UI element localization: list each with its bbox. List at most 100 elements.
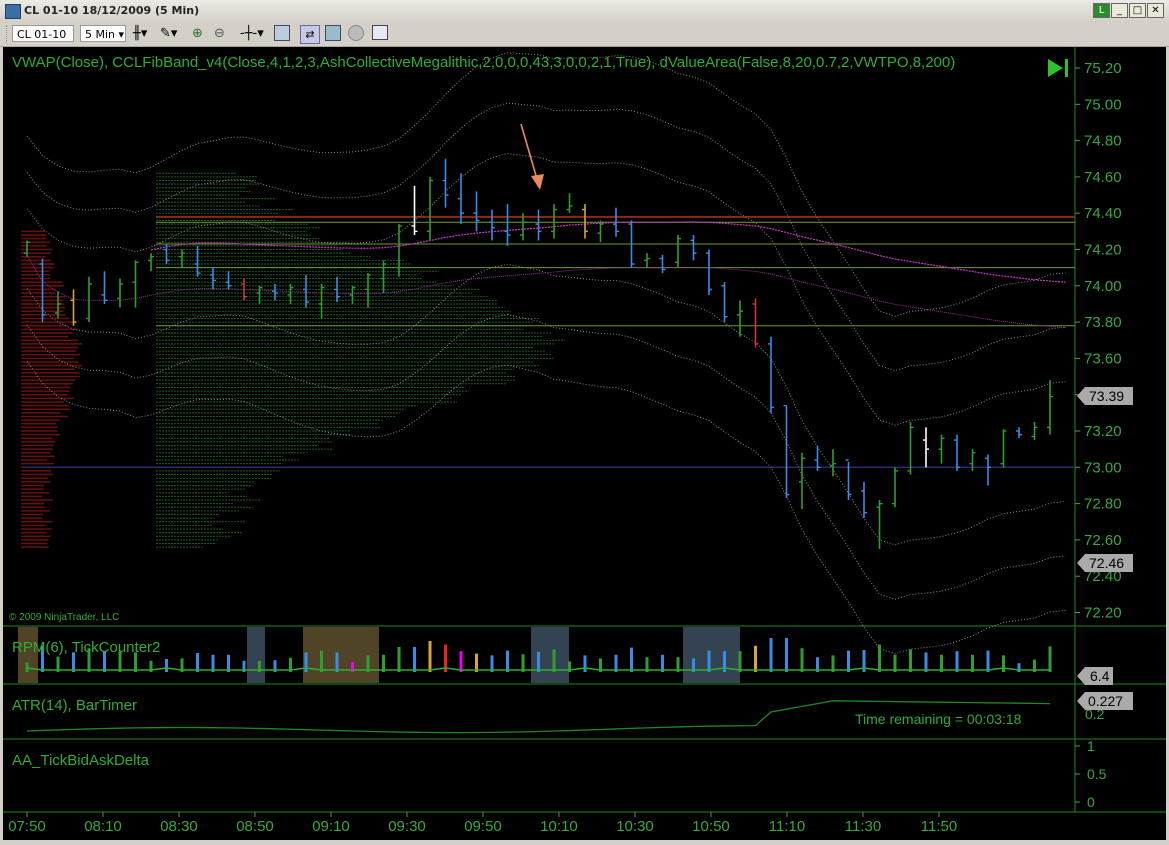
instrument-selector[interactable]: CL 01-10 ▾ bbox=[12, 25, 74, 42]
play-icon[interactable] bbox=[1048, 59, 1063, 77]
rpm-panel-label: RPM(6), TickCounter2 bbox=[12, 639, 160, 656]
x-tick-label: 10:10 bbox=[540, 818, 578, 835]
maximize-button[interactable]: □ bbox=[1129, 3, 1146, 18]
rpm-value-text: 6.4 bbox=[1090, 668, 1110, 684]
y-tick-label: 75.00 bbox=[1084, 96, 1122, 113]
title-bar[interactable]: CL 01-10 18/12/2009 (5 Min) L _ □ ✕ bbox=[0, 0, 1169, 23]
atr-value-marker: 0.227 bbox=[1077, 692, 1133, 710]
window-title: CL 01-10 18/12/2009 (5 Min) bbox=[24, 4, 199, 17]
ohlc-bar bbox=[939, 435, 945, 464]
ohlc-bar bbox=[768, 337, 774, 413]
ohlc-bar bbox=[551, 204, 557, 238]
y-tick-label: 75.20 bbox=[1084, 60, 1122, 77]
x-tick-label: 08:30 bbox=[160, 818, 198, 835]
rpm-highlight bbox=[303, 627, 379, 683]
ohlc-bar bbox=[985, 455, 991, 486]
fib-band-line bbox=[27, 53, 1066, 316]
value-area-profile bbox=[21, 173, 1075, 547]
rpm-highlight bbox=[683, 627, 740, 683]
indicators-icon[interactable] bbox=[325, 25, 341, 41]
copyright-text: © 2009 NinjaTrader, LLC bbox=[9, 612, 119, 623]
x-tick-label: 09:10 bbox=[312, 818, 350, 835]
bar-type-icon[interactable]: ╫▾ bbox=[133, 25, 155, 42]
pencil-drawing-icon[interactable]: ✎▾ bbox=[160, 25, 182, 42]
y-tick-label: 72.80 bbox=[1084, 496, 1122, 513]
ohlc-bar bbox=[272, 284, 278, 300]
ohlc-bar bbox=[381, 260, 387, 293]
strategy-icon[interactable]: ⇄ bbox=[300, 25, 320, 44]
ohlc-bar bbox=[644, 253, 650, 268]
low-price-marker: 72.46 bbox=[1077, 554, 1133, 572]
ohlc-bar bbox=[582, 204, 588, 238]
ohlc-bar bbox=[179, 250, 185, 268]
rpm-bar bbox=[413, 647, 416, 672]
last-price-text: 73.39 bbox=[1089, 388, 1124, 404]
last-price-marker: 73.39 bbox=[1077, 387, 1133, 405]
ohlc-bar bbox=[1047, 380, 1053, 434]
properties-icon[interactable] bbox=[274, 25, 290, 41]
delta-tick-1: 1 bbox=[1087, 738, 1095, 754]
minimize-button[interactable]: _ bbox=[1111, 3, 1128, 18]
rpm-bar bbox=[1002, 655, 1005, 672]
ohlc-bar bbox=[923, 427, 929, 467]
annotation-arrow bbox=[521, 124, 544, 190]
chart-area[interactable]: 75.20 75.00 74.80 74.60 74.40 74.20 74.00 73.80… bbox=[3, 47, 1166, 840]
y-tick-label: 74.60 bbox=[1084, 169, 1122, 186]
rpm-bar bbox=[460, 651, 463, 672]
ohlc-bar bbox=[877, 500, 883, 549]
arrow-head bbox=[531, 174, 544, 190]
x-tick-label: 11:50 bbox=[921, 818, 957, 835]
ohlc-bar bbox=[412, 186, 418, 235]
interval-selector[interactable]: 5 Min ▾ bbox=[80, 25, 126, 42]
atr-panel-label: ATR(14), BarTimer bbox=[12, 697, 137, 714]
ohlc-bar bbox=[846, 460, 852, 500]
fib-bands bbox=[27, 53, 1066, 654]
x-tick-label: 09:50 bbox=[464, 818, 502, 835]
fib-band-line bbox=[27, 361, 1066, 654]
ohlc-bar bbox=[830, 449, 836, 476]
ohlc-bar bbox=[489, 210, 495, 241]
ohlc-bar bbox=[443, 159, 449, 208]
rpm-bar bbox=[925, 652, 928, 672]
ohlc-bar bbox=[195, 246, 201, 277]
bar-timer-text: Time remaining = 00:03:18 bbox=[855, 711, 1022, 727]
zoom-out-icon[interactable]: ⊖ bbox=[214, 25, 230, 42]
ohlc-bar bbox=[133, 260, 139, 307]
ohlc-bar bbox=[1016, 427, 1022, 438]
crosshair-icon[interactable]: -┼-▾ bbox=[240, 25, 268, 42]
rpm-highlight bbox=[531, 627, 569, 683]
delta-tick-0: 0 bbox=[1087, 794, 1095, 810]
ohlc-bar bbox=[784, 406, 790, 499]
rpm-highlight bbox=[247, 627, 265, 683]
rpm-bar bbox=[26, 663, 29, 672]
close-button[interactable]: ✕ bbox=[1147, 3, 1164, 18]
link-icon[interactable]: L bbox=[1093, 3, 1110, 18]
ohlc-bar bbox=[691, 235, 697, 260]
rpm-bar bbox=[1049, 646, 1052, 672]
ohlc-bar bbox=[737, 300, 743, 336]
low-price-text: 72.46 bbox=[1089, 555, 1124, 571]
y-tick-label: 73.80 bbox=[1084, 314, 1122, 331]
ohlc-bar bbox=[536, 210, 542, 241]
rpm-bar bbox=[475, 654, 478, 672]
y-tick-label: 73.20 bbox=[1084, 423, 1122, 440]
y-tick-label: 72.60 bbox=[1084, 532, 1122, 549]
globe-icon[interactable] bbox=[348, 25, 364, 41]
fib-band-line bbox=[27, 264, 1066, 545]
zoom-in-icon[interactable]: ⊕ bbox=[192, 25, 208, 42]
rpm-bar bbox=[320, 651, 323, 672]
rpm-bar bbox=[553, 649, 556, 672]
rpm-bar bbox=[847, 651, 850, 672]
x-tick-label: 09:30 bbox=[388, 818, 426, 835]
price-chart[interactable]: 75.20 75.00 74.80 74.60 74.40 74.20 74.00 73.80… bbox=[3, 47, 1166, 840]
rpm-bar bbox=[196, 653, 199, 672]
rpm-bar bbox=[506, 651, 509, 672]
ohlc-bar bbox=[288, 284, 294, 304]
ohlc-bar bbox=[598, 220, 604, 242]
ohlc-bar bbox=[1032, 422, 1038, 440]
ohlc-bar bbox=[303, 275, 309, 308]
ohlc-bar bbox=[722, 282, 728, 322]
data-box-icon[interactable] bbox=[372, 25, 388, 40]
rpm-bar bbox=[630, 648, 633, 672]
y-tick-label: 74.00 bbox=[1084, 278, 1122, 295]
